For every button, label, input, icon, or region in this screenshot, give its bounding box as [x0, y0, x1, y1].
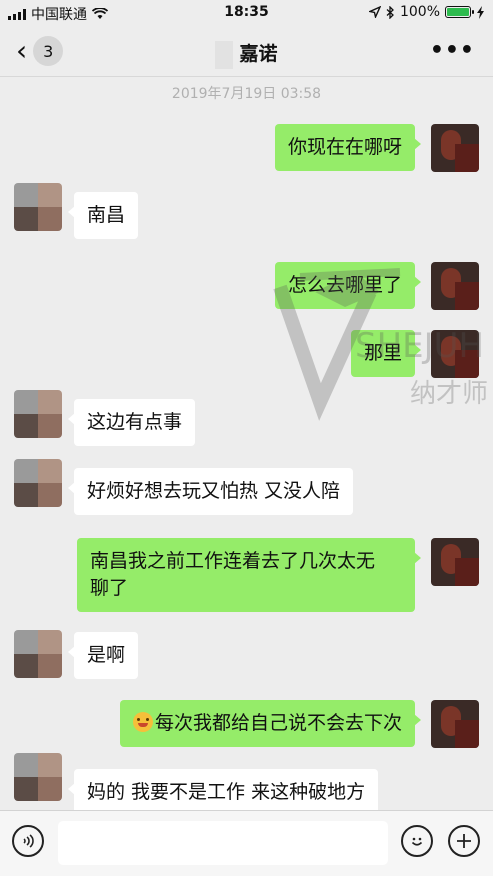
message-bubble-received[interactable]: 是啊	[67, 632, 139, 679]
message-text: 那里	[363, 342, 402, 364]
contact-avatar[interactable]	[14, 630, 62, 678]
my-avatar[interactable]	[431, 124, 479, 172]
message-text: 怎么去哪里了	[287, 274, 402, 296]
chat-title: 嘉诺	[0, 39, 493, 69]
message-text: 好烦好想去玩又怕热 又没人陪	[87, 480, 341, 502]
chat-area[interactable]: 2019年7月19日 03:58 你现在在哪呀 南昌 怎么去哪里了 那里 这边有…	[0, 77, 493, 810]
battery-percent: 100%	[399, 4, 440, 20]
emoji-icon	[411, 837, 423, 846]
emoji-button[interactable]	[401, 825, 433, 857]
message-timestamp: 2019年7月19日 03:58	[171, 86, 322, 102]
battery-icon	[445, 6, 474, 18]
message-bubble-received[interactable]: 南昌	[67, 192, 139, 239]
my-avatar[interactable]	[431, 538, 479, 586]
location-icon	[368, 6, 381, 18]
contact-avatar[interactable]	[14, 459, 62, 507]
message-text: 妈的 我要不是工作 来这种破地方	[87, 781, 366, 803]
message-bubble-received[interactable]: 妈的 我要不是工作 来这种破地方	[67, 769, 379, 810]
contact-avatar[interactable]	[14, 753, 62, 801]
input-bar	[0, 810, 493, 876]
voice-icon	[23, 834, 34, 848]
my-avatar[interactable]	[431, 700, 479, 748]
smiley-emoji-icon	[132, 712, 153, 732]
my-avatar[interactable]	[431, 262, 479, 310]
message-bubble-sent[interactable]: 你现在在哪呀	[274, 124, 422, 171]
contact-avatar[interactable]	[14, 183, 62, 231]
message-input[interactable]	[58, 821, 388, 865]
message-bubble-received[interactable]: 好烦好想去玩又怕热 又没人陪	[67, 468, 354, 515]
message-bubble-received[interactable]: 这边有点事	[67, 399, 196, 446]
charging-icon	[477, 5, 484, 19]
message-bubble-sent[interactable]: 南昌我之前工作连着去了几次太无 聊了	[77, 538, 421, 612]
message-bubble-sent[interactable]: 怎么去哪里了	[274, 262, 422, 309]
nav-bar: ‹ 3 嘉诺 •••	[0, 26, 493, 77]
status-bar: 中国联通 18:35 100%	[0, 0, 493, 26]
more-options-button[interactable]: •••	[430, 38, 475, 63]
message-bubble-sent[interactable]: 那里	[350, 330, 422, 377]
message-text: 是啊	[87, 644, 126, 666]
message-text: 每次我都给自己说不会去下次	[154, 712, 402, 734]
message-text: 你现在在哪呀	[287, 136, 402, 158]
svg-text:纳才师: 纳才师	[410, 379, 488, 409]
message-text-line: 南昌我之前工作连着去了几次太无	[90, 550, 376, 572]
blurred-region	[215, 40, 234, 69]
more-functions-button[interactable]	[448, 825, 480, 857]
message-text: 南昌	[87, 204, 126, 226]
message-bubble-sent[interactable]: 每次我都给自己说不会去下次	[119, 700, 422, 747]
message-text: 这边有点事	[87, 411, 183, 433]
bluetooth-icon	[386, 5, 394, 19]
contact-name: 嘉诺	[239, 43, 278, 65]
message-text-line: 聊了	[90, 577, 129, 599]
status-right: 100%	[368, 4, 485, 20]
plus-icon	[457, 834, 471, 848]
contact-avatar[interactable]	[14, 390, 62, 438]
voice-input-button[interactable]	[12, 825, 44, 857]
my-avatar[interactable]	[431, 330, 479, 378]
